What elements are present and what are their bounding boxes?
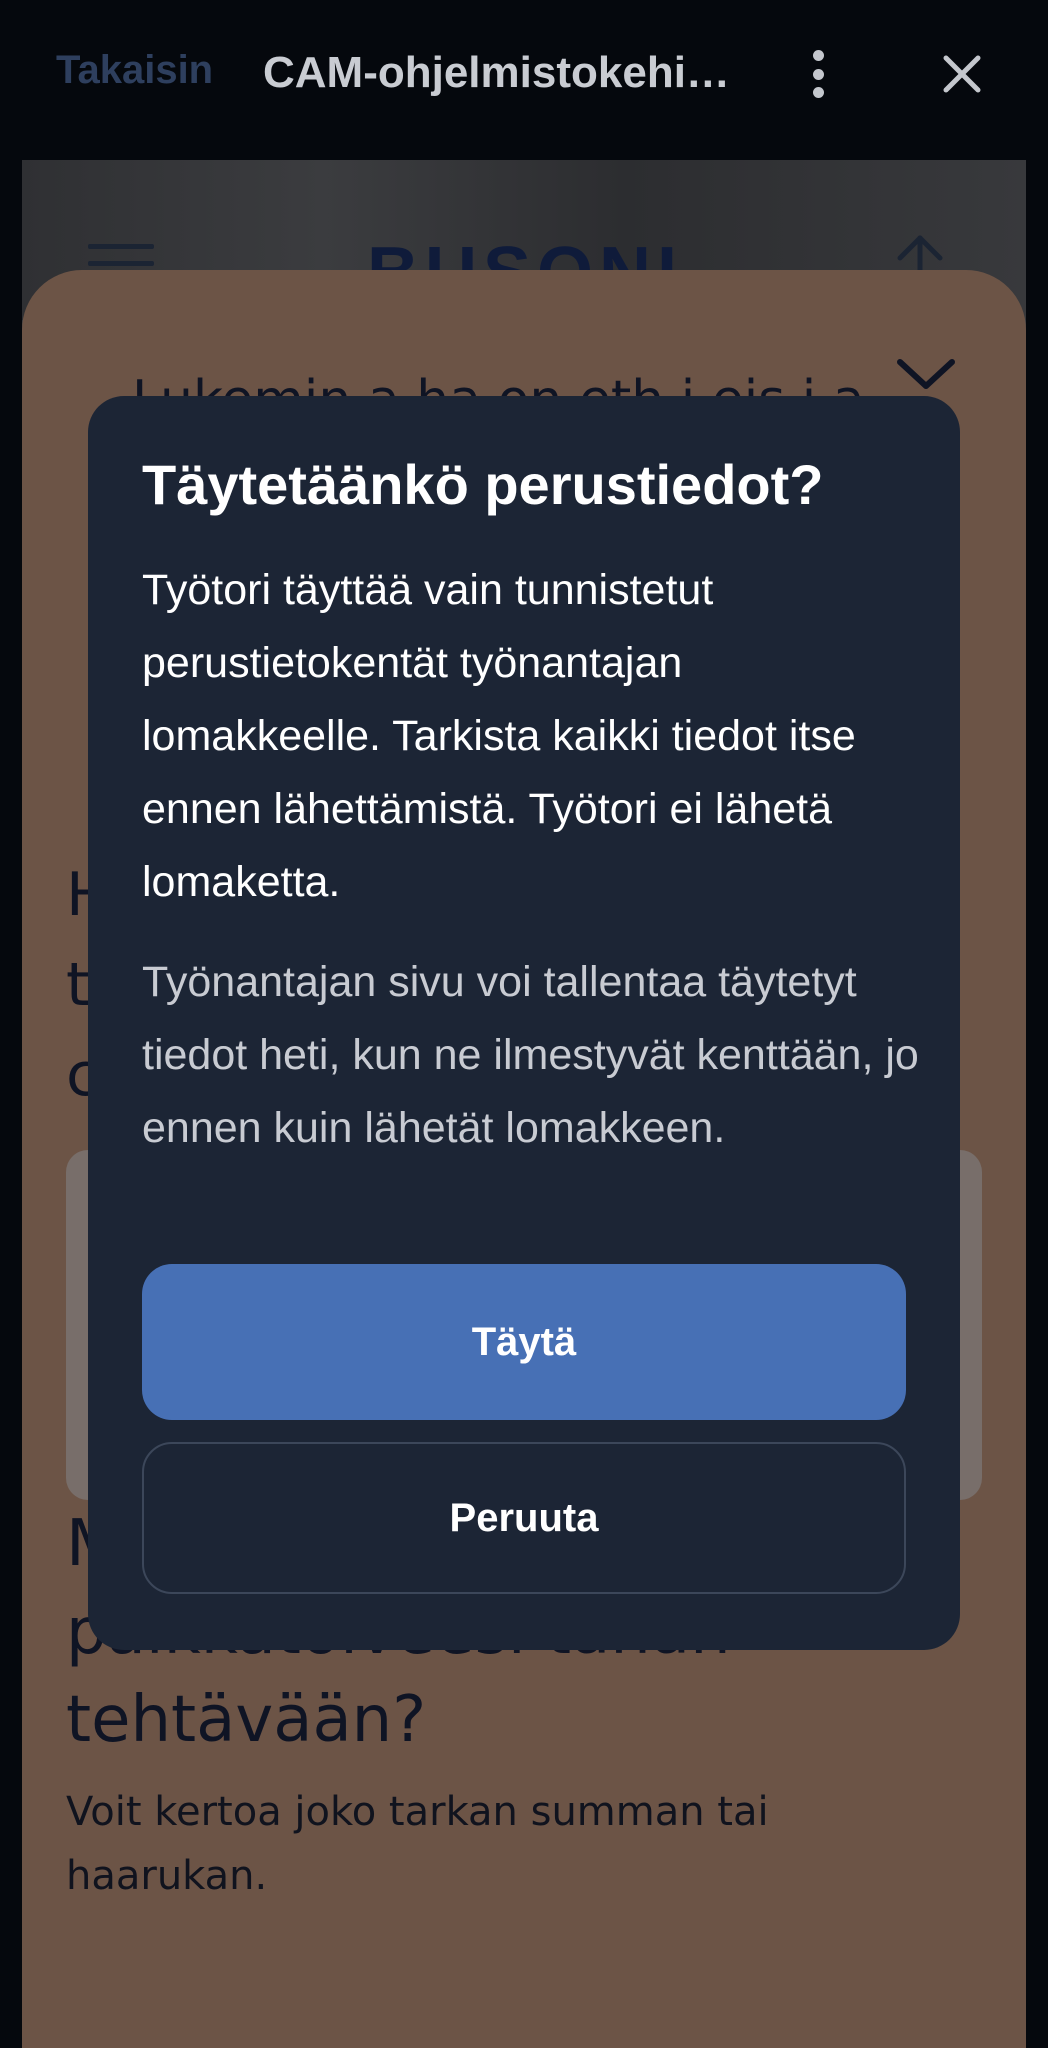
app: Takaisin CAM-ohjelmistokehit… BUSONI Luk… [0, 0, 1048, 2048]
more-vertical-icon[interactable] [808, 50, 828, 98]
page-title: CAM-ohjelmistokehit… [263, 48, 743, 97]
cancel-button[interactable]: Peruuta [142, 1442, 906, 1594]
back-button[interactable]: Takaisin [56, 48, 213, 93]
fill-button[interactable]: Täytä [142, 1264, 906, 1420]
close-icon[interactable] [938, 50, 986, 98]
dialog-title: Täytetäänkö perustiedot? [142, 453, 824, 516]
browser-toolbar: Takaisin CAM-ohjelmistokehit… [0, 0, 1048, 150]
chevron-down-icon[interactable] [894, 354, 958, 394]
dialog-body-text: Työtori täyttää vain tunnistetut perusti… [142, 566, 856, 906]
dialog-note-text: Työnantajan sivu voi tallentaa täytetyt … [142, 958, 919, 1152]
autofill-confirm-dialog: Täytetäänkö perustiedot? Työtori täyttää… [88, 396, 960, 1650]
salary-question-description: Voit kertoa joko tarkan summan tai haaru… [66, 1789, 769, 1899]
obscured-heading-fragment: t [66, 950, 90, 1020]
